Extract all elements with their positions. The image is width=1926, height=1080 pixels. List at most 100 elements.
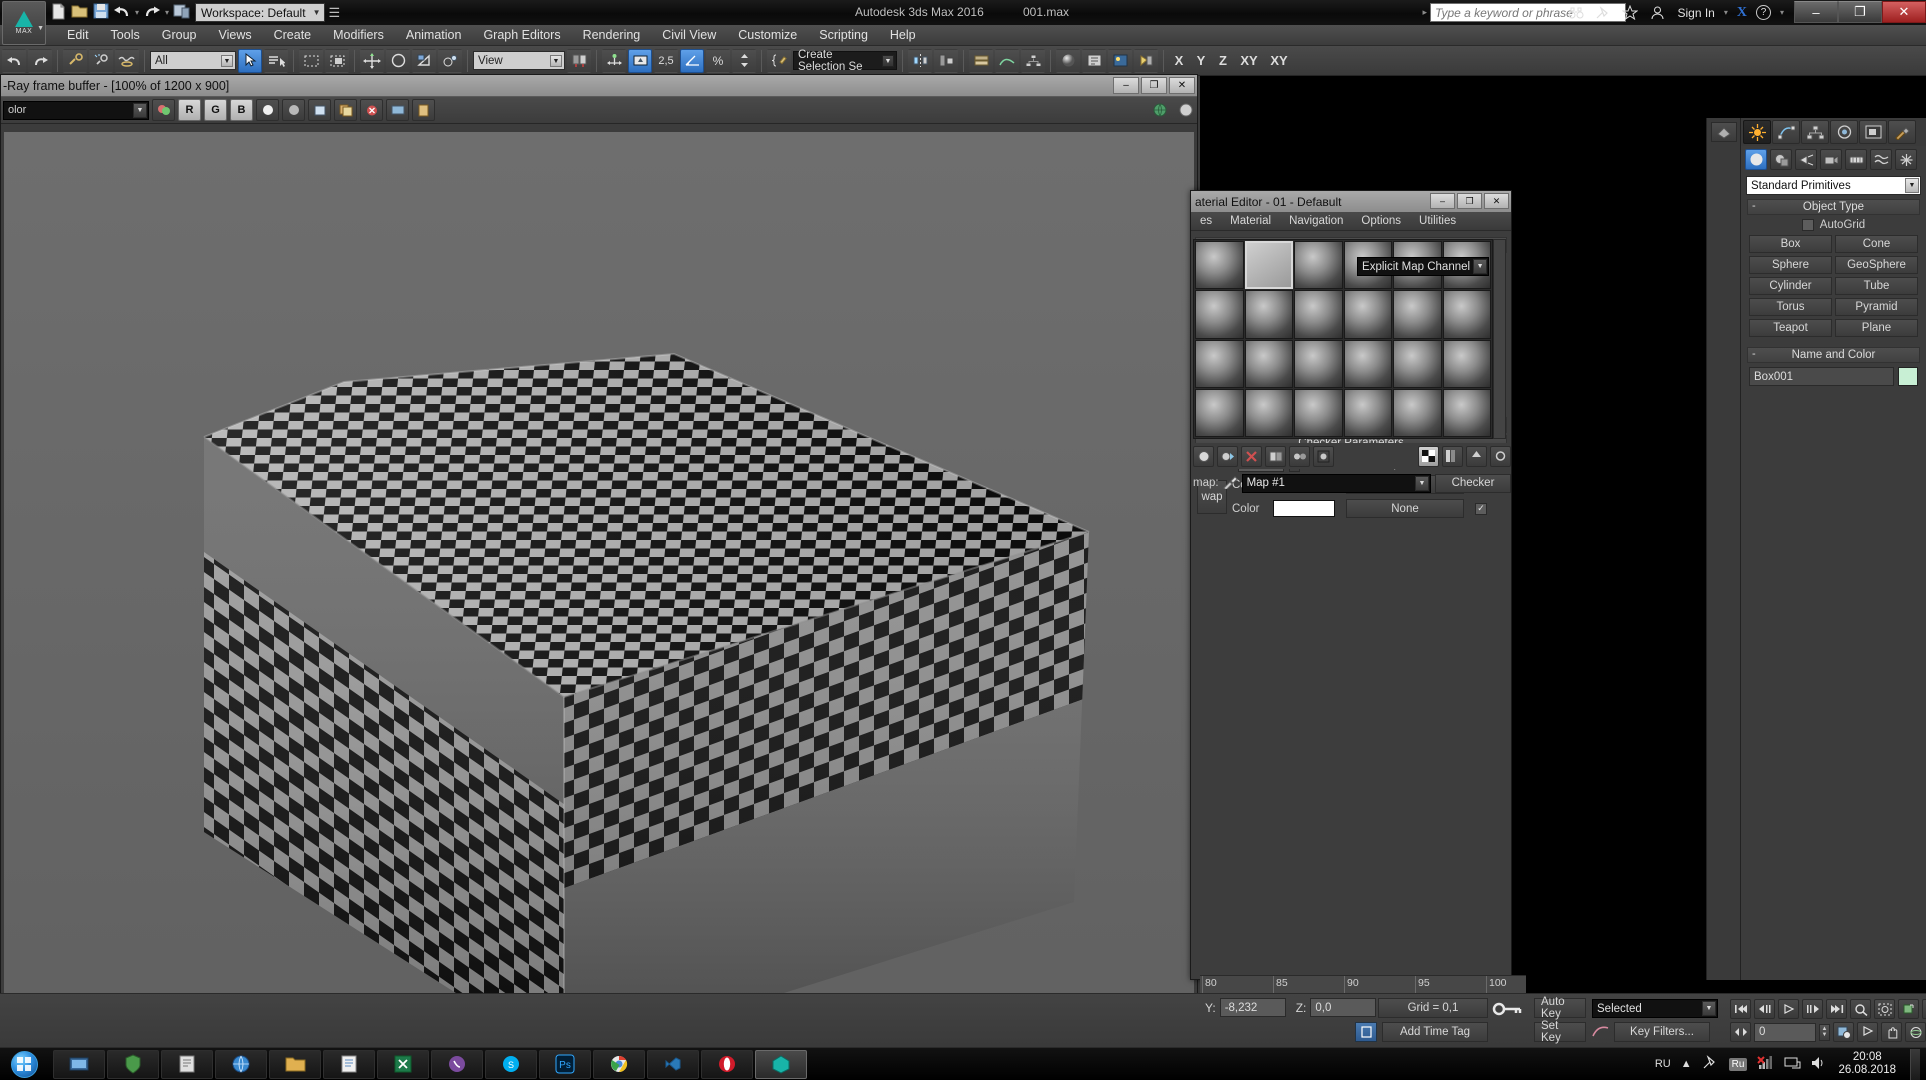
green-channel-button[interactable]: G — [204, 99, 227, 121]
max-application-logo[interactable]: MAX ▼ — [2, 1, 46, 45]
color2-map-checkbox[interactable]: ✓ — [1475, 503, 1487, 515]
z-coordinate-input[interactable]: 0,0 — [1310, 998, 1376, 1017]
chevron-up-icon[interactable]: ▲ — [1681, 1058, 1692, 1070]
blue-channel-button[interactable]: B — [230, 99, 253, 121]
vfb-close-button[interactable]: ✕ — [1169, 77, 1195, 94]
binoculars-icon[interactable] — [1567, 4, 1585, 22]
undo-dropdown-arrow[interactable]: ▾ — [135, 8, 139, 17]
hand-pan-icon[interactable] — [1881, 1022, 1902, 1042]
eyedropper-icon[interactable] — [1223, 475, 1238, 492]
me-menu-navigation[interactable]: Navigation — [1280, 214, 1352, 228]
save-image-icon[interactable] — [152, 99, 175, 121]
material-slot[interactable] — [1393, 340, 1442, 388]
create-cylinder-button[interactable]: Cylinder — [1749, 277, 1832, 295]
key-mode-nav-icon[interactable] — [1730, 1022, 1751, 1042]
axis-constraint-z[interactable]: Z — [1213, 49, 1233, 73]
object-type-rollout-header[interactable]: - Object Type — [1747, 199, 1920, 215]
photoshop-icon[interactable]: Ps — [539, 1050, 591, 1079]
close-button[interactable]: ✕ — [1882, 1, 1926, 23]
pixel-info-icon[interactable] — [412, 99, 435, 121]
start-button[interactable] — [3, 1049, 45, 1080]
globe-icon[interactable] — [1148, 99, 1171, 121]
me-close-button[interactable]: ✕ — [1484, 193, 1509, 209]
menu-scripting[interactable]: Scripting — [808, 26, 879, 44]
taskbar-clock[interactable]: 20:08 26.08.2018 — [1838, 1051, 1900, 1077]
key-selection-dropdown[interactable]: Selected ▼ — [1592, 999, 1718, 1018]
create-cone-button[interactable]: Cone — [1835, 235, 1918, 253]
select-by-name-icon[interactable] — [264, 49, 288, 73]
shapes-icon[interactable] — [1770, 149, 1792, 170]
motion-tab-icon[interactable] — [1830, 120, 1858, 144]
vfb-restore-button[interactable]: ❐ — [1141, 77, 1167, 94]
color2-map-button[interactable]: None — [1346, 499, 1464, 518]
create-tube-button[interactable]: Tube — [1835, 277, 1918, 295]
named-selection-set-dropdown[interactable]: Create Selection Se ▼ — [793, 51, 897, 70]
vfb-minimize-button[interactable]: – — [1113, 77, 1139, 94]
menu-graph-editors[interactable]: Graph Editors — [472, 26, 571, 44]
menu-edit[interactable]: Edit — [56, 26, 100, 44]
track-mouse-icon[interactable] — [386, 99, 409, 121]
key-filters-button[interactable]: Key Filters... — [1614, 1022, 1710, 1042]
material-slot[interactable] — [1195, 241, 1244, 289]
notepad-icon[interactable] — [323, 1050, 375, 1079]
menu-animation[interactable]: Animation — [395, 26, 473, 44]
prev-frame-icon[interactable] — [1754, 999, 1775, 1019]
material-slot[interactable] — [1245, 340, 1294, 388]
network-error-icon[interactable] — [1757, 1055, 1774, 1073]
spinner-snap-icon[interactable] — [732, 49, 756, 73]
restore-button[interactable]: ❐ — [1838, 1, 1882, 23]
object-name-input[interactable]: Box001 — [1749, 367, 1894, 386]
align-icon[interactable] — [934, 49, 958, 73]
opera-icon[interactable] — [701, 1050, 753, 1079]
render-setup-icon[interactable] — [1082, 49, 1106, 73]
name-and-color-rollout-header[interactable]: - Name and Color — [1747, 347, 1920, 363]
folder-icon[interactable] — [269, 1050, 321, 1079]
minimize-button[interactable]: – — [1794, 1, 1838, 23]
excel-icon[interactable] — [377, 1050, 429, 1079]
spacewarps-icon[interactable] — [1870, 149, 1892, 170]
mono-channel-icon[interactable] — [282, 99, 305, 121]
selection-filter-dropdown[interactable]: All ▼ — [150, 51, 236, 70]
key-mode-toggle-icon[interactable] — [1355, 1022, 1377, 1042]
bind-spacewarp-icon[interactable] — [115, 49, 139, 73]
shield-icon[interactable] — [107, 1050, 159, 1079]
material-slot[interactable] — [1294, 290, 1343, 338]
object-color-swatch[interactable] — [1898, 367, 1918, 386]
menu-help[interactable]: Help — [879, 26, 927, 44]
me-minimize-button[interactable]: – — [1430, 193, 1455, 209]
viewport-gizmo-icon[interactable] — [1711, 122, 1737, 142]
menu-modifiers[interactable]: Modifiers — [322, 26, 395, 44]
material-slot[interactable] — [1443, 290, 1492, 338]
orbit-icon[interactable] — [1905, 1022, 1926, 1042]
utilities-tab-icon[interactable] — [1888, 120, 1916, 144]
use-pivot-center-icon[interactable] — [567, 49, 591, 73]
show-end-result-icon[interactable] — [1442, 446, 1463, 467]
qat-more-icon[interactable]: ☰ — [329, 5, 341, 21]
curve-editor-icon[interactable] — [995, 49, 1019, 73]
show-desktop-button[interactable] — [1910, 1049, 1920, 1080]
menu-rendering[interactable]: Rendering — [572, 26, 652, 44]
window-crossing-icon[interactable] — [325, 49, 349, 73]
systems-icon[interactable] — [1895, 149, 1917, 170]
hierarchy-tab-icon[interactable] — [1801, 120, 1829, 144]
assign-material-icon[interactable] — [1217, 446, 1238, 467]
cameras-icon[interactable] — [1820, 149, 1842, 170]
zoom-icon[interactable] — [1850, 999, 1871, 1019]
geometry-icon[interactable] — [1745, 149, 1767, 170]
material-slot[interactable] — [1344, 290, 1393, 338]
open-icon[interactable] — [71, 3, 89, 22]
sign-in-dropdown-arrow[interactable]: ▾ — [1724, 8, 1728, 17]
vscode-icon[interactable] — [647, 1050, 699, 1079]
exchange-app-store-icon[interactable]: X — [1737, 5, 1747, 21]
file-manager-icon[interactable] — [161, 1050, 213, 1079]
show-map-in-viewport-icon[interactable] — [1418, 446, 1439, 467]
redo-icon[interactable] — [28, 49, 52, 73]
menu-views[interactable]: Views — [207, 26, 262, 44]
auto-key-button[interactable]: Auto Key — [1534, 998, 1586, 1018]
helpers-icon[interactable] — [1845, 149, 1867, 170]
user-icon[interactable] — [1648, 4, 1666, 22]
project-folder-icon[interactable] — [173, 3, 191, 22]
star-icon[interactable] — [1621, 4, 1639, 22]
material-slots-scrollbar[interactable] — [1493, 239, 1506, 439]
get-material-icon[interactable] — [1193, 446, 1214, 467]
